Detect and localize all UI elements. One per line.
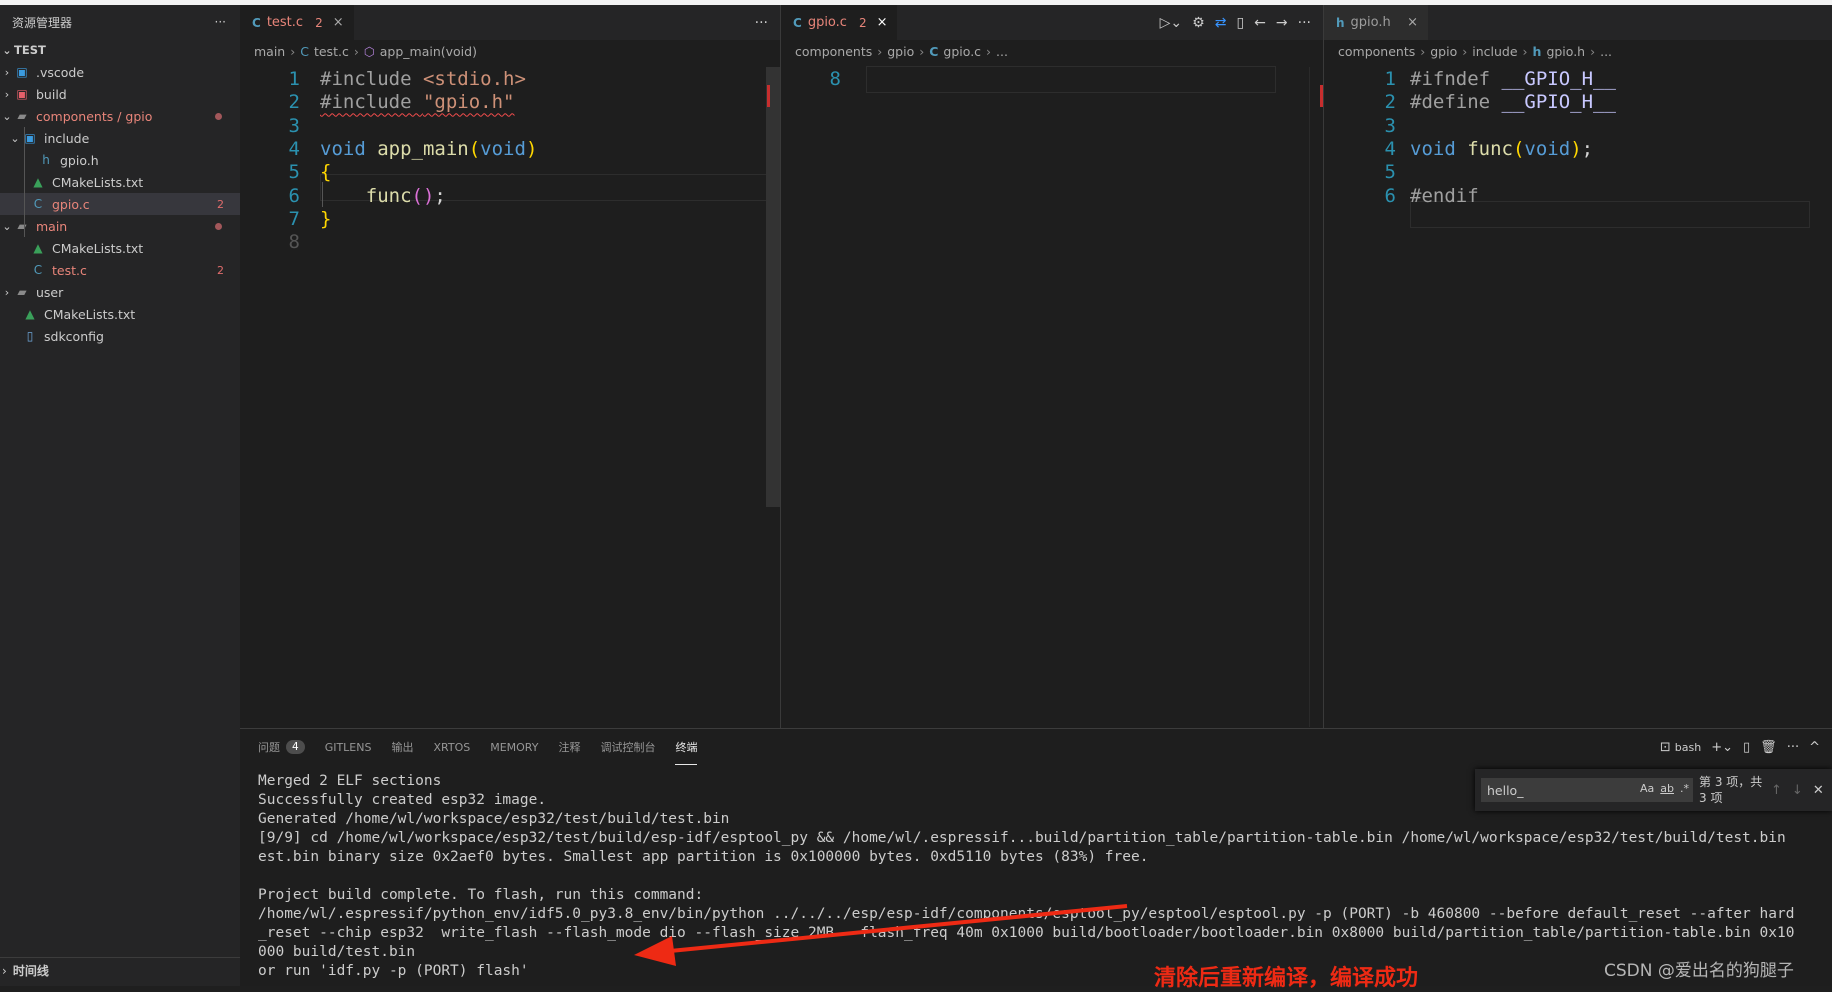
arrow-shaft [659,904,1128,954]
watermark: CSDN @爱出名的狗腿子 [1604,961,1794,981]
arrow-head [634,936,676,966]
annotation-arrow [634,904,1128,966]
annotation-text: 清除后重新编译，编译成功 [1154,966,1419,991]
